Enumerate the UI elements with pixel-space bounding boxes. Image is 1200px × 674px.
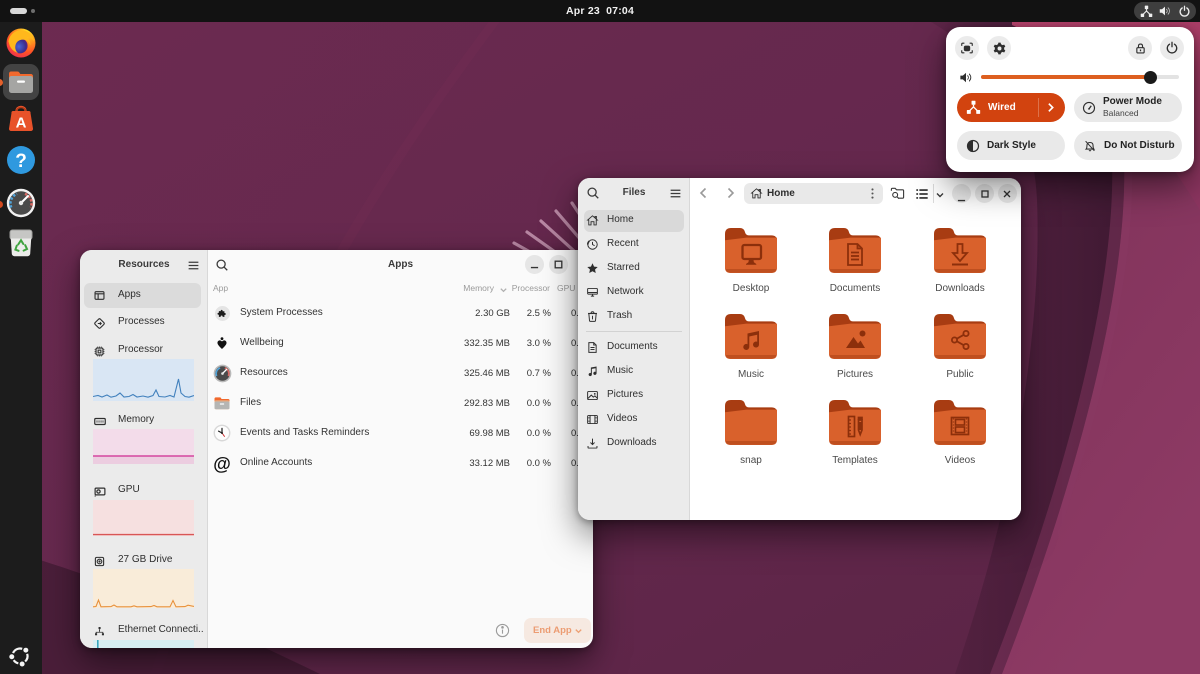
- svg-text:?: ?: [15, 151, 27, 172]
- svg-text:A: A: [16, 115, 27, 132]
